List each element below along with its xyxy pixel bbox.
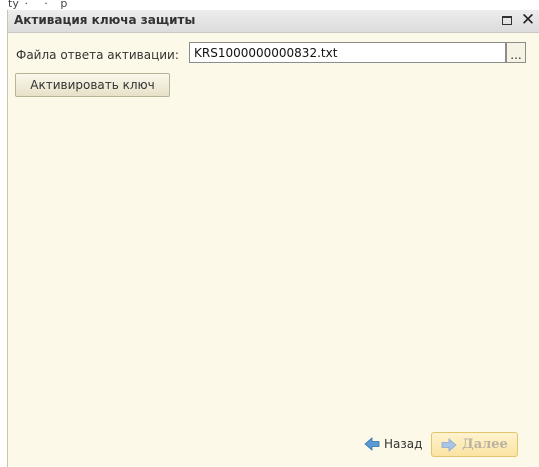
activate-key-button[interactable]: Активировать ключ	[15, 73, 170, 97]
maximize-button[interactable]	[499, 12, 515, 28]
back-button-label: Назад	[384, 437, 423, 451]
back-button[interactable]: Назад	[364, 434, 422, 454]
next-button[interactable]: Далее	[431, 432, 518, 457]
arrow-right-icon	[441, 437, 457, 452]
maximize-icon	[502, 15, 512, 25]
cut-off-text: ty · · р	[8, 0, 68, 10]
window-titlebar: Активация ключа защиты ✕	[8, 10, 539, 33]
activation-file-input[interactable]	[189, 42, 506, 63]
close-icon: ✕	[520, 10, 536, 30]
top-cut-strip: ty · · р	[0, 0, 539, 10]
next-button-label: Далее	[462, 437, 508, 452]
arrow-left-icon	[364, 437, 380, 451]
file-field-label: Файла ответа активации:	[16, 48, 179, 62]
window-title: Активация ключа защиты	[14, 13, 196, 27]
browse-button[interactable]: ...	[506, 42, 526, 63]
close-button[interactable]: ✕	[520, 10, 536, 30]
